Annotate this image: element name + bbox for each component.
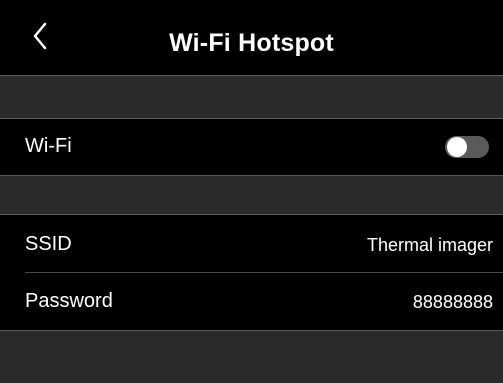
ssid-value: Thermal imager — [366, 235, 493, 255]
wifi-toggle[interactable] — [445, 136, 489, 158]
top-bar: Wi-Fi Hotspot — [0, 0, 503, 76]
wifi-label: Wi-Fi — [25, 135, 72, 157]
toggle-knob — [447, 137, 467, 157]
hotspot-details: SSID Thermal imager Password 88888888 — [0, 215, 503, 330]
ssid-label: SSID — [25, 233, 72, 255]
section-gap — [0, 176, 503, 214]
password-label: Password — [25, 290, 113, 312]
wifi-hotspot-screen: Wi-Fi Hotspot Wi-Fi SSID Thermal imager … — [0, 0, 503, 383]
password-row[interactable]: Password 88888888 — [0, 273, 503, 330]
password-value: 88888888 — [412, 292, 493, 312]
wifi-row[interactable]: Wi-Fi — [0, 119, 503, 175]
section-gap — [0, 76, 503, 118]
page-title: Wi-Fi Hotspot — [169, 29, 334, 57]
ssid-row[interactable]: SSID Thermal imager — [0, 215, 503, 272]
bottom-gap — [0, 331, 503, 383]
